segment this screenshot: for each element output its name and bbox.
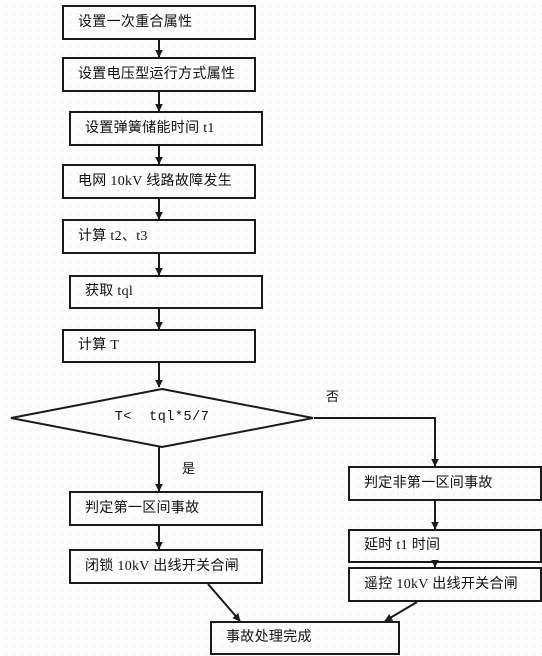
node-determine-non-first-zone-fault[interactable]: 判定非第一区间事故 [348,466,542,501]
node-block-10kv-outgoing-switch-close[interactable]: 闭锁 10kV 出线开关合闸 [69,549,263,584]
node-set-voltage-mode-attribute[interactable]: 设置电压型运行方式属性 [62,57,256,92]
decision-label: T< tql*5/7 [114,410,210,425]
edge-label-yes: 是 [182,461,196,476]
node-calculate-t2-t3[interactable]: 计算 t2、t3 [62,219,256,254]
edge-n9-n13 [207,583,241,622]
node-label: 电网 10kV 线路故障发生 [78,173,233,189]
node-grid-10kv-line-fault[interactable]: 电网 10kV 线路故障发生 [62,164,256,199]
node-label: 计算 T [78,338,120,353]
node-fault-handling-complete[interactable]: 事故处理完成 [210,621,400,655]
node-label: 设置弹簧储能时间 t1 [85,120,215,136]
node-label: 闭锁 10kV 出线开关合闸 [85,558,240,574]
node-get-tql[interactable]: 获取 tql [69,275,263,309]
node-delay-t1[interactable]: 延时 t1 时间 [348,529,542,563]
edge-decision-no [314,417,439,467]
node-label: 判定第一区间事故 [85,500,200,516]
node-label: 遥控 10kV 出线开关合闸 [364,576,519,592]
flowchart-canvas: 设置一次重合属性 设置电压型运行方式属性 设置弹簧储能时间 t1 电网 10kV… [0,0,542,656]
node-label: 设置电压型运行方式属性 [78,66,236,82]
node-remote-close-10kv-outgoing-switch[interactable]: 遥控 10kV 出线开关合闸 [348,567,542,602]
node-determine-first-zone-fault[interactable]: 判定第一区间事故 [69,491,263,526]
node-label: 计算 t2、t3 [78,228,148,244]
edge-n12-n13 [384,601,418,622]
node-set-reclose-attribute[interactable]: 设置一次重合属性 [62,5,256,40]
node-label: 判定非第一区间事故 [364,475,493,491]
node-label: 事故处理完成 [226,630,312,645]
node-calculate-t[interactable]: 计算 T [62,329,256,363]
node-label: 获取 tql [85,284,134,299]
node-label: 设置一次重合属性 [78,14,193,30]
decision-t-less-than-tql[interactable]: T< tql*5/7 [10,387,314,449]
edge-label-no: 否 [326,389,340,404]
node-label: 延时 t1 时间 [364,538,441,553]
node-set-spring-energy-time[interactable]: 设置弹簧储能时间 t1 [69,111,263,146]
